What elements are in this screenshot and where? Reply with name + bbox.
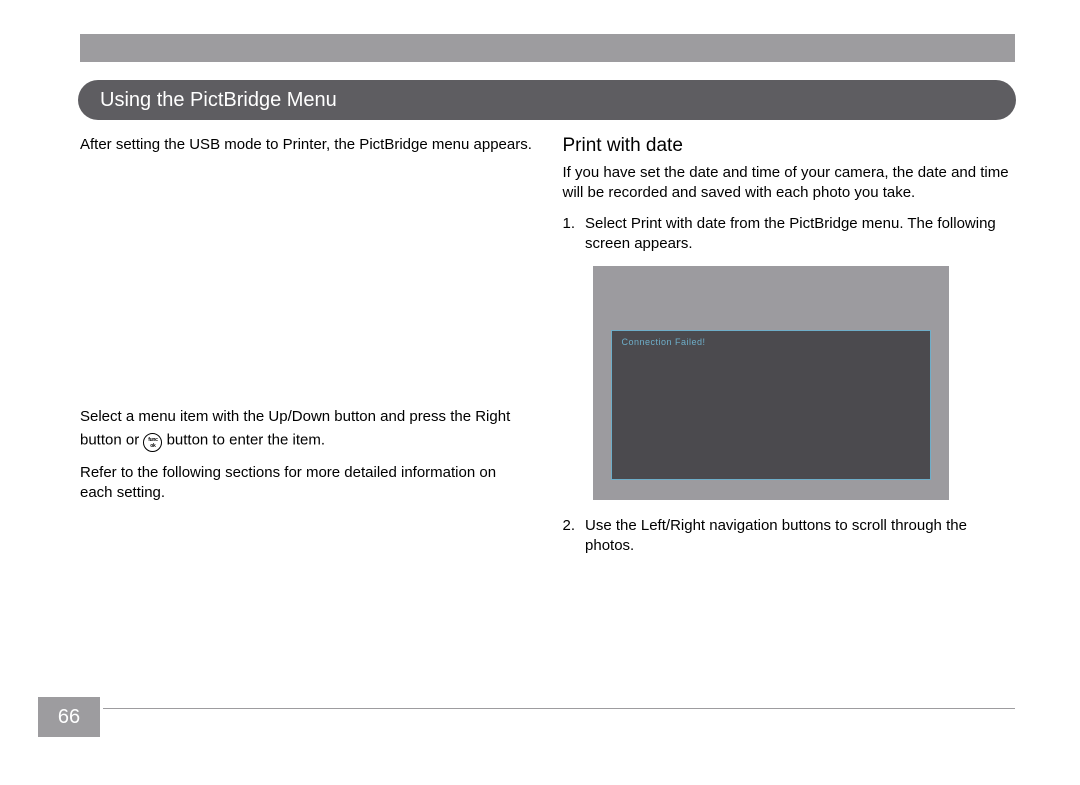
connection-failed-message: Connection Failed! (622, 337, 706, 347)
step-1-text: Select Print with date from the PictBrid… (585, 214, 1015, 255)
page-number: 66 (38, 697, 100, 737)
icon-bottom-label: ok (150, 443, 155, 449)
menu-instruction: Select a menu item with the Up/Down butt… (80, 407, 533, 453)
header-bar (80, 34, 1015, 62)
intro-text: After setting the USB mode to Printer, t… (80, 135, 533, 155)
step-1: 1. Select Print with date from the PictB… (563, 214, 1016, 255)
step-1-number: 1. (563, 214, 576, 255)
refer-text: Refer to the following sections for more… (80, 463, 533, 504)
section-header: Using the PictBridge Menu (78, 80, 1016, 120)
print-with-date-heading: Print with date (563, 135, 1016, 157)
content-columns: After setting the USB mode to Printer, t… (80, 135, 1015, 569)
image-placeholder (80, 155, 533, 407)
step-2-number: 2. (563, 516, 576, 557)
step-2: 2. Use the Left/Right navigation buttons… (563, 516, 1016, 557)
page-number-text: 66 (58, 706, 80, 729)
right-column: Print with date If you have set the date… (563, 135, 1016, 569)
step-2-text: Use the Left/Right navigation buttons to… (585, 516, 1015, 557)
section-title: Using the PictBridge Menu (100, 89, 337, 112)
manual-page: Using the PictBridge Menu After setting … (0, 0, 1080, 785)
left-column: After setting the USB mode to Printer, t… (80, 135, 533, 569)
camera-screenshot-inner: Connection Failed! (611, 330, 931, 480)
func-ok-icon: func ok (143, 428, 162, 454)
right-intro: If you have set the date and time of you… (563, 163, 1016, 204)
camera-screenshot: Connection Failed! (593, 266, 949, 500)
footer-rule (103, 708, 1015, 709)
menu-instruction-post: button to enter the item. (167, 431, 325, 448)
